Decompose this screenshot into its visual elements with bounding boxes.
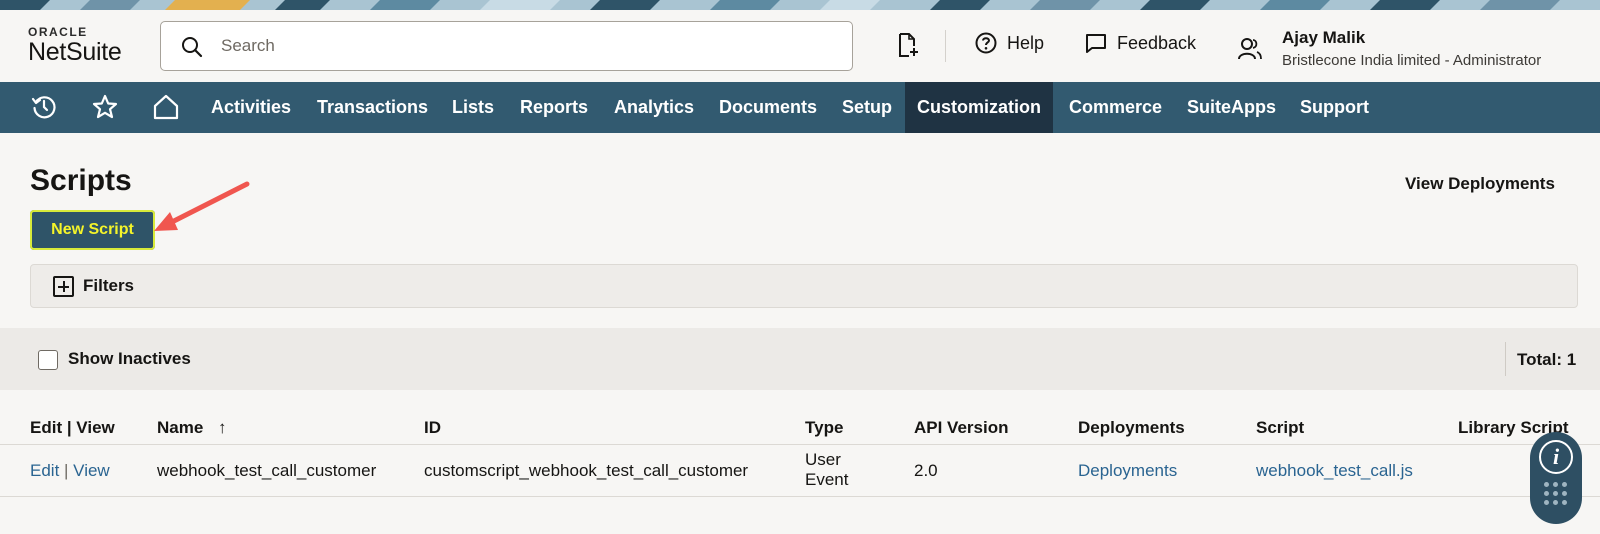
api-version-cell: 2.0	[914, 461, 938, 480]
page-title: Scripts	[30, 164, 132, 197]
search-icon	[182, 37, 203, 58]
list-toolbar: Show Inactives Total: 1	[0, 328, 1600, 390]
filters-label: Filters	[83, 276, 135, 295]
annotation-arrow	[154, 181, 250, 231]
show-inactives-label: Show Inactives	[68, 349, 191, 368]
nav-documents[interactable]: Documents	[719, 82, 817, 133]
sort-ascending-icon: ↑	[218, 418, 227, 437]
nav-suiteapps[interactable]: SuiteApps	[1187, 82, 1276, 133]
deployments-link[interactable]: Deployments	[1078, 461, 1177, 481]
column-api-version[interactable]: API Version	[914, 418, 1008, 438]
new-script-button[interactable]: New Script	[30, 210, 155, 250]
expand-plus-icon[interactable]	[53, 276, 74, 297]
view-link[interactable]: View	[73, 461, 110, 480]
recent-history-icon[interactable]	[31, 94, 57, 120]
info-icon[interactable]: i	[1539, 440, 1573, 474]
header-row-divider	[0, 444, 1600, 445]
column-type[interactable]: Type	[805, 418, 843, 438]
nav-commerce[interactable]: Commerce	[1069, 82, 1162, 133]
script-name-cell: webhook_test_call_customer	[157, 461, 377, 480]
script-type-line1: User	[805, 450, 841, 469]
script-id-cell: customscript_webhook_test_call_customer	[424, 461, 749, 480]
brand-stripe	[0, 0, 1600, 10]
feedback-label: Feedback	[1117, 32, 1197, 53]
filters-panel[interactable]: Filters	[30, 264, 1578, 308]
nav-analytics[interactable]: Analytics	[614, 82, 694, 133]
user-role: Bristlecone India limited - Administrato…	[1282, 52, 1542, 69]
edit-view-separator: |	[64, 461, 74, 480]
user-name: Ajay Malik	[1282, 28, 1366, 47]
header-divider	[945, 30, 946, 62]
column-edit-view: Edit | View	[30, 418, 115, 437]
oracle-netsuite-logo[interactable]: ORACLE NetSuite	[28, 26, 122, 66]
help-widget[interactable]: i	[1530, 432, 1582, 524]
column-name[interactable]: Name ↑	[157, 418, 227, 438]
global-search-box[interactable]	[160, 21, 853, 71]
nav-lists[interactable]: Lists	[452, 82, 494, 133]
logo-netsuite-text: NetSuite	[28, 38, 122, 66]
logo-oracle-text: ORACLE	[28, 25, 88, 39]
script-type-line2: Event	[805, 470, 849, 489]
global-header: ORACLE NetSuite Help Feedback	[0, 10, 1600, 82]
edit-link[interactable]: Edit	[30, 461, 59, 480]
nav-customization[interactable]: Customization	[905, 82, 1053, 133]
help-label: Help	[1007, 32, 1045, 53]
app-grid-icon[interactable]	[1544, 482, 1568, 506]
search-input[interactable]	[221, 32, 821, 60]
home-icon[interactable]	[152, 94, 180, 120]
question-circle-icon	[975, 32, 997, 54]
document-add-icon	[899, 33, 918, 57]
toolbar-divider	[1505, 342, 1506, 376]
nav-activities[interactable]: Activities	[211, 82, 291, 133]
column-script[interactable]: Script	[1256, 418, 1304, 438]
view-deployments-link[interactable]: View Deployments	[1405, 174, 1555, 194]
main-navigation-bar: Activities Transactions Lists Reports An…	[0, 82, 1600, 133]
script-file-link[interactable]: webhook_test_call.js	[1256, 461, 1413, 481]
edit-view-cell: Edit | View	[30, 461, 110, 481]
feedback-bubble-icon	[1086, 34, 1106, 53]
column-deployments[interactable]: Deployments	[1078, 418, 1185, 438]
show-inactives-checkbox[interactable]	[38, 350, 58, 370]
column-id[interactable]: ID	[424, 418, 441, 438]
help-button[interactable]: Help	[975, 32, 1044, 54]
favorites-star-icon[interactable]	[92, 94, 118, 120]
script-type-cell: User Event	[805, 450, 848, 490]
nav-support[interactable]: Support	[1300, 82, 1369, 133]
nav-transactions[interactable]: Transactions	[317, 82, 428, 133]
nav-setup[interactable]: Setup	[842, 82, 892, 133]
column-name-label: Name	[157, 418, 204, 437]
nav-reports[interactable]: Reports	[520, 82, 588, 133]
user-roles-icon	[1238, 38, 1262, 60]
feedback-button[interactable]: Feedback	[1085, 32, 1196, 54]
row-divider	[0, 496, 1600, 497]
total-count: Total: 1	[1517, 350, 1577, 369]
recent-records-button[interactable]	[897, 32, 929, 58]
